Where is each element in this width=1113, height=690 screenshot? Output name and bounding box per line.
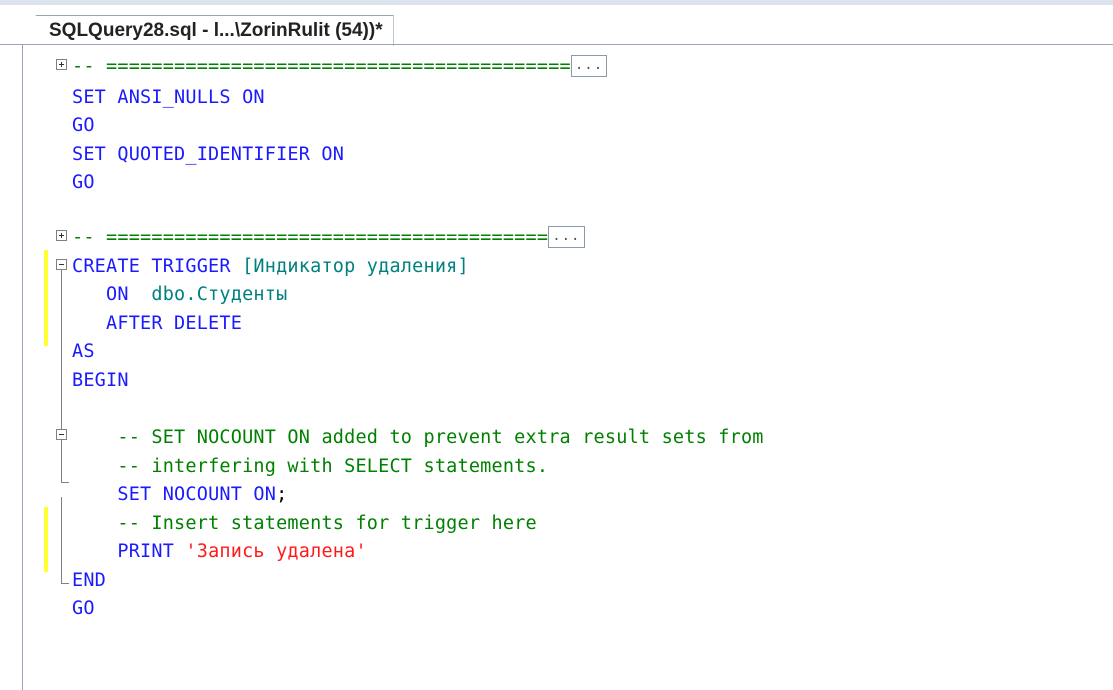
sql-keyword: AS: [72, 341, 95, 362]
statement-terminator: ;: [276, 484, 288, 505]
sql-keyword: BEGIN: [72, 370, 129, 391]
sql-keyword: CREATE TRIGGER: [72, 256, 243, 277]
code-line: -- SET NOCOUNT ON added to prevent extra…: [23, 422, 1103, 454]
tab-bar: SQLQuery28.sql - l...\ZorinRulit (54))*: [0, 5, 1113, 46]
code-line: SET NOCOUNT ON;: [23, 479, 1103, 511]
code-line: ON dbo.Студенты: [23, 279, 1103, 311]
sql-keyword: AFTER DELETE: [106, 313, 243, 334]
sql-keyword: GO: [72, 115, 95, 136]
comment-prefix: --: [72, 227, 107, 248]
collapsed-region-ellipsis[interactable]: ...: [570, 55, 608, 77]
sql-editor[interactable]: -- =====================================…: [23, 45, 1113, 690]
sql-keyword: GO: [72, 598, 95, 619]
code-comment: -- SET NOCOUNT ON added to prevent extra…: [117, 427, 764, 448]
code-comment: -- interfering with SELECT statements.: [117, 456, 549, 477]
sql-keyword: SET NOCOUNT ON: [117, 484, 277, 505]
sql-keyword: SET ANSI_NULLS ON: [72, 87, 265, 108]
code-line: GO: [23, 167, 1103, 199]
sql-keyword: ON: [106, 284, 141, 305]
code-line: BEGIN: [23, 365, 1103, 397]
comment-rule: =======================================: [106, 227, 549, 248]
code-comment: -- Insert statements for trigger here: [117, 513, 537, 534]
trigger-name: [Индикатор удаления]: [242, 256, 469, 277]
code-line: -- =====================================…: [23, 51, 1103, 83]
code-line: AS: [23, 336, 1103, 368]
string-literal: 'Запись удалена': [185, 541, 367, 562]
sql-keyword: END: [72, 570, 107, 591]
sql-keyword: SET QUOTED_IDENTIFIER ON: [72, 144, 345, 165]
code-line: GO: [23, 593, 1103, 625]
sql-keyword: PRINT: [117, 541, 186, 562]
tab-query-file[interactable]: SQLQuery28.sql - l...\ZorinRulit (54))*: [22, 15, 394, 46]
table-name: dbo.Студенты: [140, 284, 288, 305]
sql-keyword: GO: [72, 172, 95, 193]
code-line: PRINT 'Запись удалена': [23, 536, 1103, 568]
comment-rule: ========================================…: [106, 56, 571, 77]
code-line: -- =====================================…: [23, 222, 1103, 254]
code-line: GO: [23, 110, 1103, 142]
collapsed-region-ellipsis[interactable]: ...: [548, 226, 585, 248]
comment-prefix: --: [72, 56, 107, 77]
